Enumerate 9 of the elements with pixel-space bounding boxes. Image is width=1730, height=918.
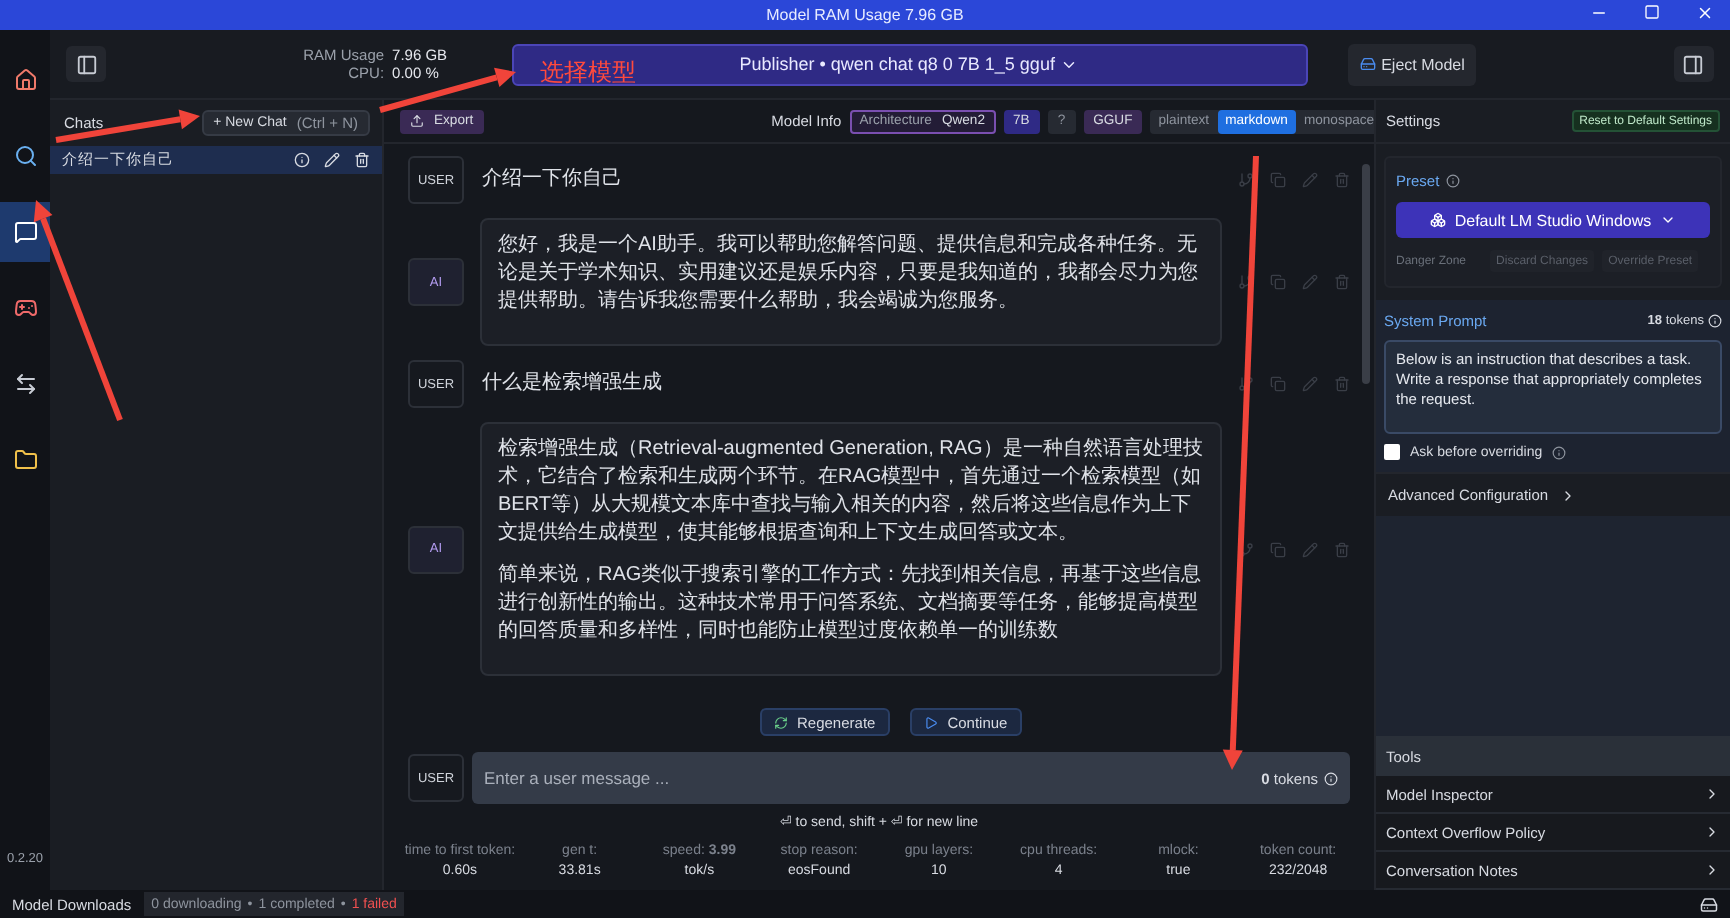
- window-title: Model RAM Usage 7.96 GB: [766, 6, 964, 24]
- message-text: 什么是检索增强生成: [482, 370, 664, 398]
- annotation-label: 选择模型: [540, 56, 636, 90]
- message-text: 检索增强生成（Retrieval-augmented Generation, RAG）是一种自然语言处理技术，它结合了检索和生成两个环节。在RAG模型中，首先通过一个检索模型（如BERT等）从大规模文本库中查找与输入相关的内容，然后将这些信息作为上下文提供给生成模型，使其能够根据查询和上下文生成回答或文本。: [498, 436, 1204, 548]
- message-text: 您好，我是一个AI助手。我可以帮助您解答问题、提供信息和完成各种任务。无论是关于学术知识、实用建议还是娱乐内容，只要是我知道的，我都会尽力为您提供帮助。请告诉我您需要什么帮助，我会竭诚为您服务。: [498, 232, 1200, 316]
- preset-selector[interactable]: Default LM Studio Windows: [1396, 202, 1710, 238]
- eject-button[interactable]: Eject Model: [1347, 43, 1477, 85]
- message-text: 简单来说，RAG类似于搜索引擎的工作方式：先找到相关信息，再基于这些信息进行创新性的输出。这种技术常用于问答系统、文档摘要等任务，能够提高模型的回答质量和多样性，同时也能防止模型过度依赖单一的训练数: [498, 562, 1204, 646]
- message-text: 介绍一下你自己: [482, 166, 624, 194]
